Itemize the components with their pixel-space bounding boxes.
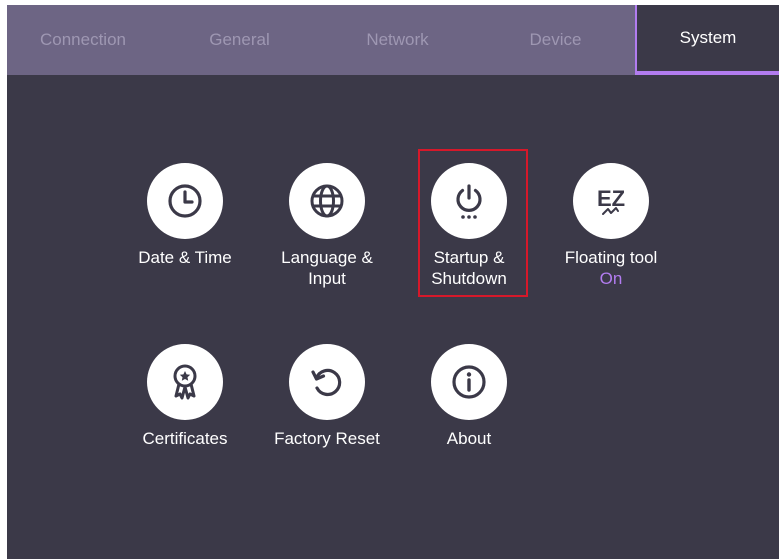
tab-connection[interactable]: Connection: [7, 5, 159, 75]
info-icon: [431, 344, 507, 420]
startup-shutdown-label: Startup & Shutdown: [431, 248, 507, 288]
svg-text:EZ: EZ: [597, 186, 625, 211]
reset-arrow-icon: [289, 344, 365, 420]
clock-icon: [147, 163, 223, 239]
globe-icon: [289, 163, 365, 239]
tab-network[interactable]: Network: [320, 5, 475, 75]
date-time-label: Date & Time: [138, 248, 232, 267]
about-item[interactable]: About: [404, 344, 534, 449]
tab-system[interactable]: System: [635, 5, 779, 75]
language-input-label: Language & Input: [281, 248, 373, 288]
language-input-item[interactable]: Language & Input: [262, 163, 392, 289]
floating-tool-label: Floating tool: [564, 248, 658, 267]
floating-tool-item[interactable]: EZ Floating tool On: [546, 163, 676, 290]
tab-device[interactable]: Device: [475, 5, 636, 75]
about-label: About: [446, 429, 492, 448]
date-time-item[interactable]: Date & Time: [120, 163, 250, 268]
tab-general[interactable]: General: [159, 5, 320, 75]
floating-tool-status: On: [599, 269, 623, 288]
startup-shutdown-item[interactable]: Startup & Shutdown: [404, 163, 534, 289]
award-ribbon-icon: [147, 344, 223, 420]
tab-bar: Connection General Network Device System: [7, 5, 779, 75]
certificates-item[interactable]: Certificates: [120, 344, 250, 449]
factory-reset-item[interactable]: Factory Reset: [262, 344, 392, 449]
certificates-label: Certificates: [142, 429, 228, 448]
power-icon: [431, 163, 507, 239]
ez-pen-icon: EZ: [573, 163, 649, 239]
factory-reset-label: Factory Reset: [274, 429, 380, 448]
settings-screen: Connection General Network Device System…: [7, 5, 779, 559]
